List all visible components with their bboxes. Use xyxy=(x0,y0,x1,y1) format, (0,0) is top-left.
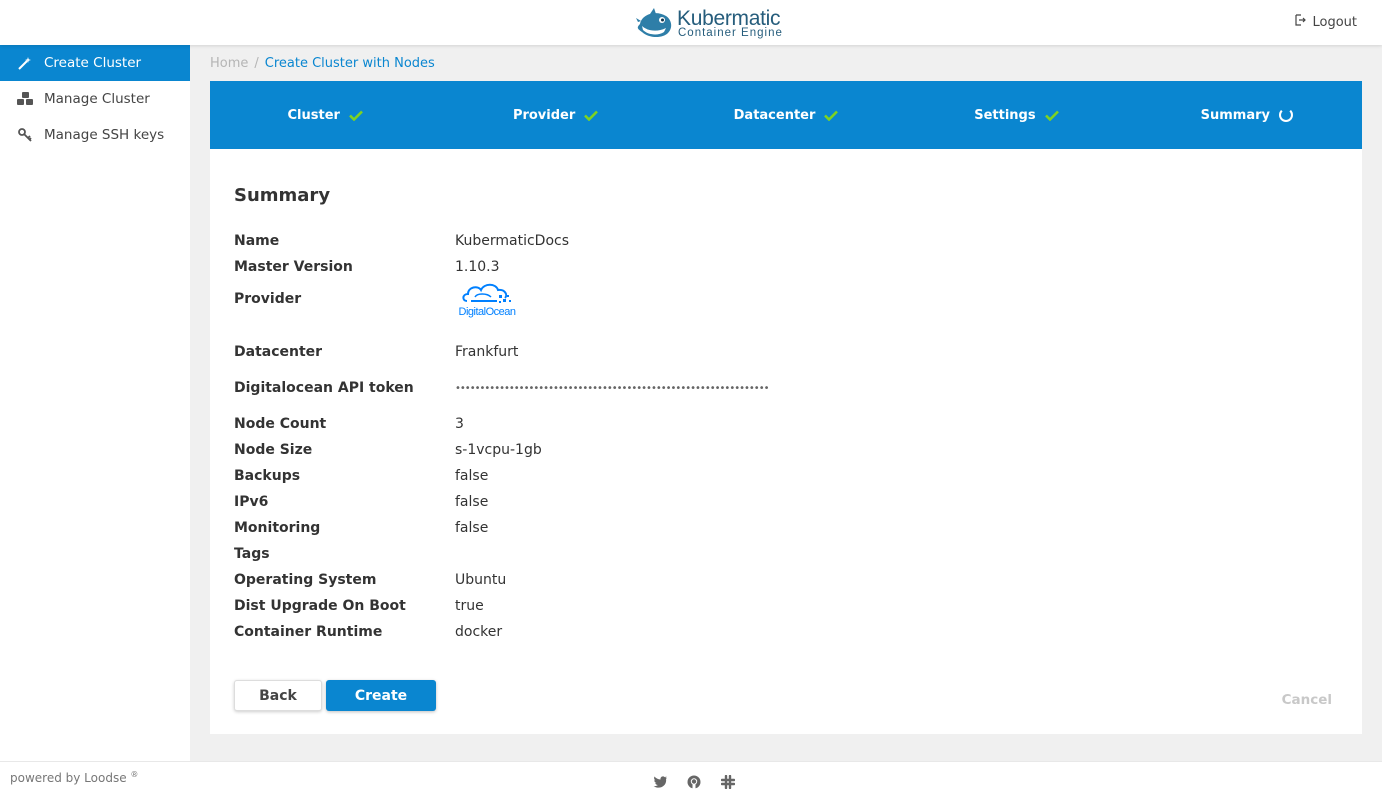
summary-row-name: Name KubermaticDocs xyxy=(234,231,1134,251)
breadcrumb-separator: / xyxy=(254,56,259,71)
slack-icon[interactable] xyxy=(720,774,736,790)
logout-button[interactable]: Logout xyxy=(1295,14,1357,30)
row-value: 1.10.3 xyxy=(455,259,500,275)
back-button[interactable]: Back xyxy=(234,680,322,711)
sidebar: Create Cluster Manage Cluster Manage SSH… xyxy=(0,45,190,761)
row-label: Container Runtime xyxy=(234,624,383,640)
summary-row-node-size: Node Size s-1vcpu-1gb xyxy=(234,440,1134,460)
step-label: Cluster xyxy=(287,107,340,123)
summary-row-ipv6: IPv6 false xyxy=(234,492,1134,512)
digitalocean-cloud-icon xyxy=(462,283,511,303)
powered-by-text: powered by Loodse xyxy=(10,771,127,785)
summary-title: Summary xyxy=(234,185,331,206)
registered-mark: ® xyxy=(130,770,139,779)
row-label: Backups xyxy=(234,468,301,484)
powered-by[interactable]: powered by Loodse ® xyxy=(10,770,138,785)
kubermatic-logo[interactable]: Kubermatic Container Engine xyxy=(636,6,786,40)
row-label: Node Count xyxy=(234,416,327,432)
sidebar-item-label: Manage SSH keys xyxy=(44,127,165,143)
summary-row-tags: Tags xyxy=(234,544,1134,564)
step-datacenter[interactable]: Datacenter xyxy=(671,81,901,149)
step-summary[interactable]: Summary xyxy=(1132,81,1362,149)
summary-row-dist-upgrade: Dist Upgrade On Boot true xyxy=(234,596,1134,616)
breadcrumb: Home / Create Cluster with Nodes xyxy=(210,56,435,71)
check-icon xyxy=(349,110,363,121)
step-provider[interactable]: Provider xyxy=(440,81,670,149)
summary-row-monitoring: Monitoring false xyxy=(234,518,1134,538)
spinner-icon xyxy=(1279,108,1294,122)
row-value: Frankfurt xyxy=(455,344,519,360)
step-label: Settings xyxy=(974,107,1036,123)
step-label: Provider xyxy=(512,107,576,123)
summary-row-master-version: Master Version 1.10.3 xyxy=(234,257,1134,277)
row-label: Datacenter xyxy=(234,344,323,360)
summary-row-datacenter: Datacenter Frankfurt xyxy=(234,342,1134,362)
summary-row-node-count: Node Count 3 xyxy=(234,414,1134,434)
row-value: KubermaticDocs xyxy=(455,233,569,249)
summary-row-backups: Backups false xyxy=(234,466,1134,486)
breadcrumb-current: Create Cluster with Nodes xyxy=(264,56,435,71)
row-label: Digitalocean API token xyxy=(234,380,414,396)
check-icon xyxy=(1044,110,1059,121)
summary-row-container-runtime: Container Runtime docker xyxy=(234,622,1134,642)
row-label: Tags xyxy=(234,546,270,562)
row-label: Monitoring xyxy=(234,520,321,536)
cancel-button[interactable]: Cancel xyxy=(1282,692,1332,708)
summary-row-api-token: Digitalocean API token •••••••••••••••••… xyxy=(234,378,1134,398)
row-value: false xyxy=(455,494,489,510)
row-value: Ubuntu xyxy=(455,572,507,588)
sidebar-item-label: Manage Cluster xyxy=(44,91,150,107)
step-label: Datacenter xyxy=(733,107,816,123)
sidebar-item-label: Create Cluster xyxy=(44,55,142,71)
sidebar-item-manage-cluster[interactable]: Manage Cluster xyxy=(0,81,190,117)
row-value: false xyxy=(455,468,489,484)
github-icon[interactable] xyxy=(686,774,702,790)
wizard-stepper: Cluster Provider Datacenter Settings Sum… xyxy=(210,81,1362,149)
footer: powered by Loodse ® xyxy=(0,761,1382,802)
magic-wand-icon xyxy=(16,55,34,71)
create-button[interactable]: Create xyxy=(326,680,436,711)
logout-label: Logout xyxy=(1312,14,1357,30)
row-label: Operating System xyxy=(234,572,377,588)
social-links xyxy=(652,774,736,790)
key-icon xyxy=(16,127,34,143)
check-icon xyxy=(584,110,599,121)
logout-icon xyxy=(1295,14,1307,30)
row-label: Node Size xyxy=(234,442,313,458)
row-label: Provider xyxy=(234,291,302,307)
step-settings[interactable]: Settings xyxy=(901,81,1131,149)
cubes-icon xyxy=(16,91,34,107)
row-value: false xyxy=(455,520,489,536)
row-value: docker xyxy=(455,624,503,640)
digitalocean-logo: DigitalOcean xyxy=(455,281,519,318)
row-label: Name xyxy=(234,233,280,249)
logo-subtitle: Container Engine xyxy=(678,27,783,39)
provider-name: DigitalOcean xyxy=(458,305,516,318)
row-label: Dist Upgrade On Boot xyxy=(234,598,406,614)
sidebar-item-create-cluster[interactable]: Create Cluster xyxy=(0,45,190,81)
row-value: true xyxy=(455,598,484,614)
summary-card: Summary Name KubermaticDocs Master Versi… xyxy=(210,149,1362,734)
top-header: Kubermatic Container Engine Logout xyxy=(0,0,1382,45)
twitter-icon[interactable] xyxy=(652,774,668,790)
summary-row-provider: Provider DigitalOcean xyxy=(234,279,1134,319)
step-label: Summary xyxy=(1200,107,1271,123)
row-label: IPv6 xyxy=(234,494,269,510)
breadcrumb-home-link[interactable]: Home xyxy=(210,56,248,71)
step-cluster[interactable]: Cluster xyxy=(210,81,440,149)
row-label: Master Version xyxy=(234,259,353,275)
kubermatic-fish-icon xyxy=(636,8,672,38)
check-icon xyxy=(824,110,839,121)
summary-row-operating-system: Operating System Ubuntu xyxy=(234,570,1134,590)
row-value: s-1vcpu-1gb xyxy=(455,442,542,458)
row-value: ••••••••••••••••••••••••••••••••••••••••… xyxy=(455,382,769,394)
sidebar-item-manage-ssh-keys[interactable]: Manage SSH keys xyxy=(0,117,190,153)
row-value: 3 xyxy=(455,416,464,432)
